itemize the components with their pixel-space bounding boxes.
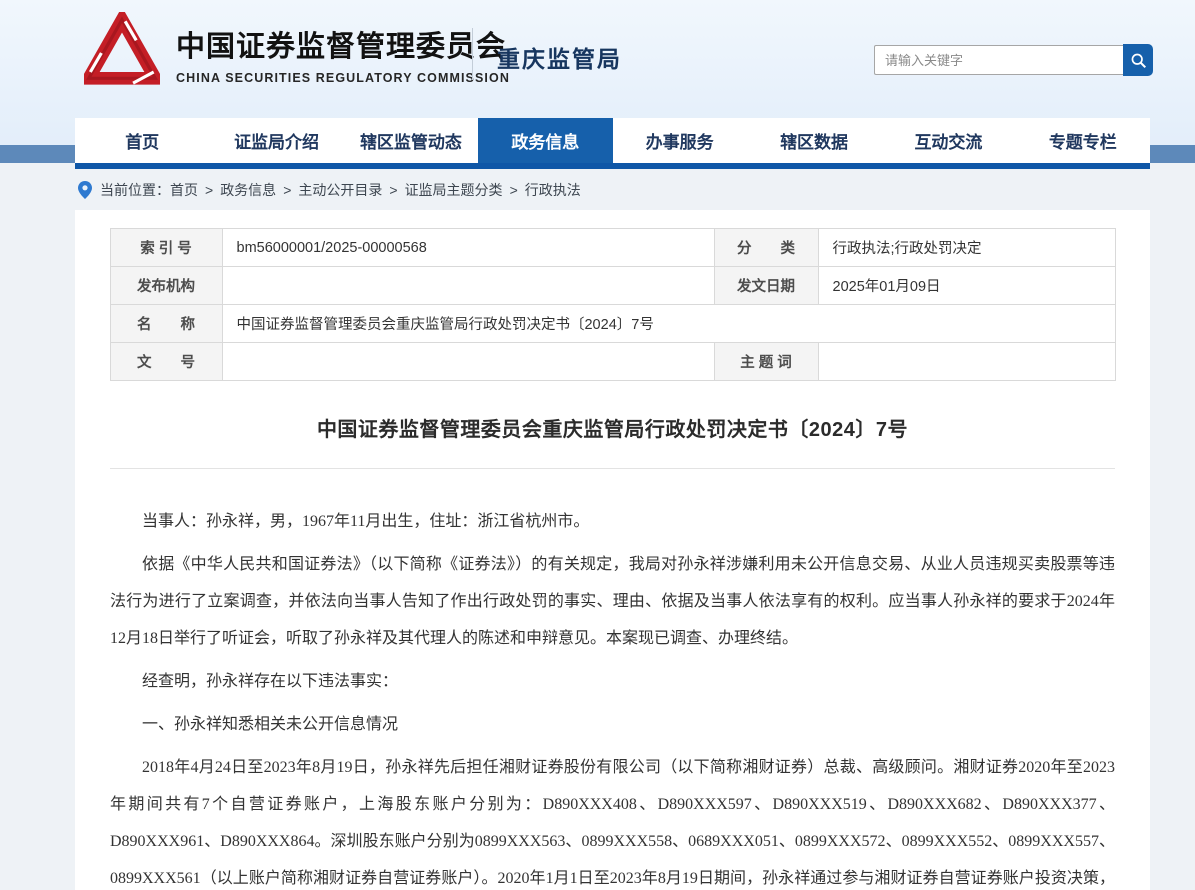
nav-item-home[interactable]: 首页 — [75, 118, 209, 163]
meta-label-name: 名 称 — [109, 304, 223, 343]
page: 中国证券监督管理委员会 CHINA SECURITIES REGULATORY … — [0, 0, 1195, 890]
document-body: 当事人：孙永祥，男，1967年11月出生，住址：浙江省杭州市。 依据《中华人民共… — [110, 503, 1115, 890]
meta-value-docno — [221, 342, 715, 381]
meta-label-agency: 发布机构 — [109, 266, 223, 305]
content-card: 索 引 号 bm56000001/2025-00000568 分 类 行政执法;… — [75, 210, 1150, 890]
search-button[interactable] — [1123, 44, 1153, 76]
site-title-block: 中国证券监督管理委员会 CHINA SECURITIES REGULATORY … — [176, 12, 510, 85]
meta-value-date: 2025年01月09日 — [817, 266, 1116, 305]
nav-item-regional-data[interactable]: 辖区数据 — [747, 118, 881, 163]
nav-item-interaction[interactable]: 互动交流 — [881, 118, 1015, 163]
title-divider — [110, 468, 1115, 469]
csrc-emblem-icon — [84, 12, 160, 85]
table-row: 名 称 中国证券监督管理委员会重庆监管局行政处罚决定书〔2024〕7号 — [109, 304, 1116, 343]
document-title: 中国证券监督管理委员会重庆监管局行政处罚决定书〔2024〕7号 — [316, 419, 909, 441]
meta-value-category: 行政执法;行政处罚决定 — [817, 228, 1116, 267]
site-title-cn: 中国证券监督管理委员会 — [176, 31, 507, 63]
table-row: 索 引 号 bm56000001/2025-00000568 分 类 行政执法;… — [109, 228, 1116, 267]
meta-label-category: 分 类 — [713, 228, 819, 267]
site-title-en: CHINA SECURITIES REGULATORY COMMISSION — [176, 71, 510, 85]
breadcrumb-separator: > — [205, 181, 214, 198]
paragraph-facts-detail: 2018年4月24日至2023年8月19日，孙永祥先后担任湘财证券股份有限公司（… — [110, 759, 1115, 887]
search-input[interactable] — [874, 45, 1123, 75]
meta-value-name: 中国证券监督管理委员会重庆监管局行政处罚决定书〔2024〕7号 — [221, 304, 1116, 343]
breadcrumb-separator: > — [509, 181, 518, 198]
breadcrumb-prefix: 当前位置： — [100, 181, 170, 198]
paragraph-findings-intro: 经查明，孙永祥存在以下违法事实： — [142, 673, 399, 690]
paragraph-party-info: 当事人：孙永祥，男，1967年11月出生，住址：浙江省杭州市。 — [142, 513, 590, 530]
nav-item-government-info[interactable]: 政务信息 — [478, 118, 613, 163]
location-pin-icon — [78, 180, 92, 199]
meta-label-index: 索 引 号 — [109, 228, 223, 267]
site-logo[interactable]: 中国证券监督管理委员会 CHINA SECURITIES REGULATORY … — [84, 12, 510, 94]
bureau-name: 重庆监管局 — [497, 46, 622, 72]
meta-label-date: 发文日期 — [713, 266, 819, 305]
search-icon — [1131, 53, 1146, 68]
nav-underline — [75, 163, 1150, 169]
breadcrumb-government-info[interactable]: 政务信息 — [220, 180, 276, 200]
breadcrumb-topic-category[interactable]: 证监局主题分类 — [405, 180, 503, 200]
breadcrumb: 当前位置： 首页 > 政务信息 > 主动公开目录 > 证监局主题分类 > 行政执… — [0, 169, 1195, 210]
nav-item-special-topics[interactable]: 专题专栏 — [1016, 118, 1150, 163]
nav-item-regional-supervision[interactable]: 辖区监管动态 — [344, 118, 478, 163]
meta-label-docno: 文 号 — [109, 342, 223, 381]
header-divider — [472, 28, 473, 80]
nav-item-bureau-intro[interactable]: 证监局介绍 — [209, 118, 343, 163]
meta-label-keywords: 主 题 词 — [713, 342, 819, 381]
table-row: 文 号 主 题 词 — [109, 342, 1116, 381]
search-box — [874, 44, 1153, 76]
table-row: 发布机构 发文日期 2025年01月09日 — [109, 266, 1116, 305]
breadcrumb-separator: > — [389, 181, 398, 198]
breadcrumb-law-enforcement[interactable]: 行政执法 — [525, 180, 581, 200]
nav-item-services[interactable]: 办事服务 — [613, 118, 747, 163]
breadcrumb-separator: > — [283, 181, 292, 198]
paragraph-section-heading: 一、孙永祥知悉相关未公开信息情况 — [142, 716, 399, 733]
breadcrumb-open-directory[interactable]: 主动公开目录 — [298, 180, 382, 200]
paragraph-case-basis: 依据《中华人民共和国证券法》（以下简称《证券法》）的有关规定，我局对孙永祥涉嫌利… — [110, 556, 1115, 647]
document-meta-table: 索 引 号 bm56000001/2025-00000568 分 类 行政执法;… — [109, 228, 1116, 381]
topbar-cutoff-fragment — [1056, 0, 1096, 4]
meta-value-keywords — [817, 342, 1116, 381]
main-nav: 首页 证监局介绍 辖区监管动态 政务信息 办事服务 辖区数据 互动交流 专题专栏 — [75, 118, 1150, 163]
breadcrumb-home[interactable]: 首页 — [170, 180, 198, 200]
meta-value-index: bm56000001/2025-00000568 — [221, 228, 715, 267]
meta-value-agency — [221, 266, 715, 305]
